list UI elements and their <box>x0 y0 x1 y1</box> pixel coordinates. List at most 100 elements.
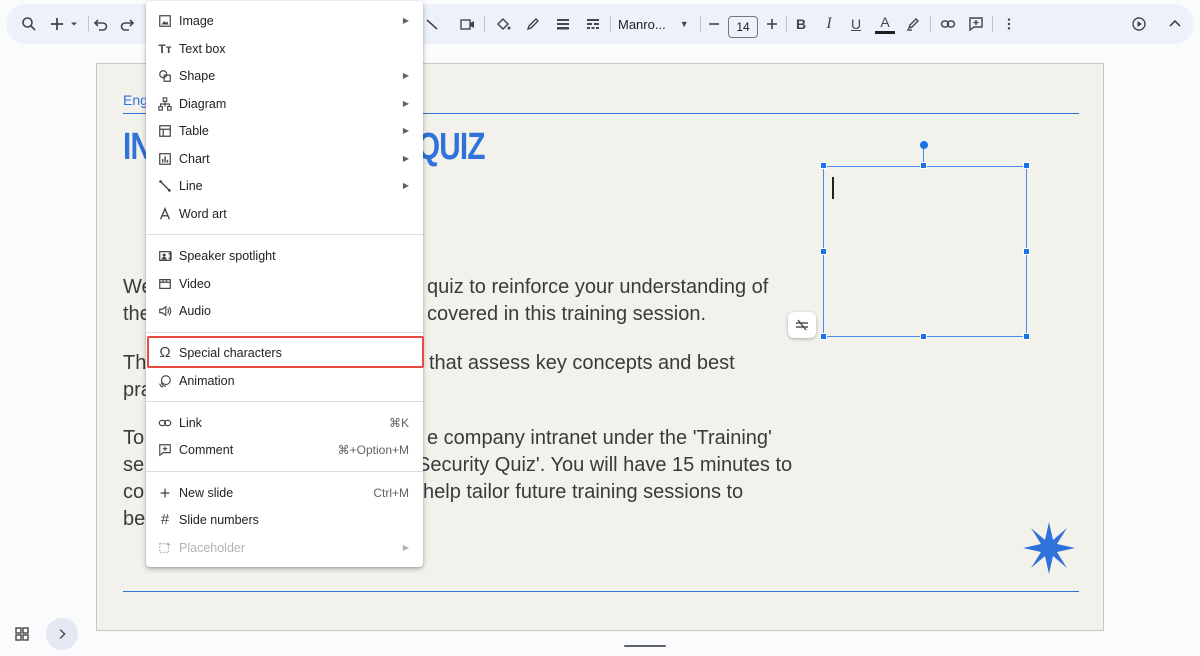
hash-icon: # <box>160 511 170 528</box>
resize-handle-nw[interactable] <box>820 162 827 169</box>
menu-item-text-box[interactable]: Tт Text box <box>146 35 423 62</box>
p1-line2-right: covered in this training session. <box>427 303 707 325</box>
border-dash-icon[interactable] <box>584 12 602 36</box>
menu-item-animation[interactable]: Animation <box>146 367 423 394</box>
font-name: Manro... <box>618 16 666 32</box>
chevron-right-icon <box>59 629 66 639</box>
menu-item-diagram[interactable]: Diagram ▶ <box>146 90 423 117</box>
resize-handle-w[interactable] <box>820 248 827 255</box>
p3-line2-right: Security Quiz'. You will have 15 minutes… <box>417 454 793 476</box>
comment-icon <box>157 442 173 458</box>
menu-separator <box>146 471 423 472</box>
comment-icon[interactable] <box>966 12 986 36</box>
more-icon[interactable] <box>1002 12 1016 36</box>
plus-icon <box>157 485 173 501</box>
line-icon <box>157 178 173 194</box>
border-color-icon[interactable] <box>524 12 542 36</box>
resize-handle-ne[interactable] <box>1023 162 1030 169</box>
decrease-size-icon[interactable] <box>706 12 722 36</box>
search-icon[interactable] <box>20 12 38 36</box>
selected-text-box[interactable] <box>823 166 1027 337</box>
image-icon <box>157 13 173 29</box>
submenu-arrow-icon: ▶ <box>402 126 409 135</box>
chart-icon <box>157 151 173 167</box>
table-icon <box>157 123 173 139</box>
menu-item-video[interactable]: Video <box>146 270 423 297</box>
toolbar-divider <box>484 16 485 32</box>
link-icon[interactable] <box>938 12 958 36</box>
submenu-arrow-icon: ▶ <box>402 99 409 108</box>
text-box-icon: Tт <box>158 41 172 56</box>
italic-icon[interactable]: I <box>820 12 838 36</box>
submenu-arrow-icon: ▶ <box>402 71 409 80</box>
menu-item-link[interactable]: Link ⌘K <box>146 409 423 436</box>
p3-line1-left: To <box>123 427 145 449</box>
toolbar-divider <box>610 16 611 32</box>
p3-line4-left: be <box>123 508 146 530</box>
menu-item-shape[interactable]: Shape ▶ <box>146 62 423 89</box>
line-icon[interactable] <box>424 12 440 36</box>
insert-video-icon[interactable] <box>458 12 476 36</box>
placeholder-icon <box>157 540 173 556</box>
resize-handle-se[interactable] <box>1023 333 1030 340</box>
filmstrip-toggle-button[interactable] <box>46 618 78 650</box>
slide-tag: Eng <box>123 92 148 108</box>
toolbar-divider <box>992 16 993 32</box>
diagram-icon <box>157 96 173 112</box>
menu-item-slide-numbers[interactable]: # Slide numbers <box>146 506 423 533</box>
menu-item-word-art[interactable]: Word art <box>146 200 423 227</box>
p2-line1-right: that assess key concepts and best <box>429 352 735 374</box>
menu-item-image[interactable]: Image ▶ <box>146 7 423 34</box>
menu-separator <box>146 401 423 402</box>
toolbar-divider <box>88 16 89 32</box>
toolbar-divider <box>786 16 787 32</box>
animation-icon <box>157 373 173 389</box>
text-fit-button[interactable] <box>788 312 816 338</box>
bottom-divider <box>123 591 1079 592</box>
fill-color-icon[interactable] <box>494 12 512 36</box>
collapse-icon[interactable] <box>1166 12 1184 36</box>
menu-item-chart[interactable]: Chart ▶ <box>146 145 423 172</box>
redo-icon[interactable] <box>118 12 136 36</box>
add-icon[interactable] <box>48 12 66 36</box>
menu-item-table[interactable]: Table ▶ <box>146 117 423 144</box>
menu-item-special-characters[interactable]: Ω Special characters <box>146 339 423 366</box>
resize-handle-s[interactable] <box>920 333 927 340</box>
p2-line1-left: Th <box>123 352 147 374</box>
grid-view-button[interactable] <box>6 618 38 650</box>
present-icon[interactable] <box>1130 12 1148 36</box>
dropdown-icon[interactable] <box>68 12 80 36</box>
link-icon <box>157 415 173 431</box>
p1-line1-right: quiz to reinforce your understanding of <box>427 276 769 298</box>
undo-icon[interactable] <box>92 12 110 36</box>
bold-icon[interactable]: B <box>792 12 810 36</box>
star-shape-icon[interactable] <box>1023 522 1075 574</box>
audio-icon <box>157 303 173 319</box>
menu-item-comment[interactable]: Comment ⌘+Option+M <box>146 436 423 463</box>
increase-size-icon[interactable] <box>764 12 780 36</box>
text-fit-icon <box>796 319 808 331</box>
menu-item-new-slide[interactable]: New slide Ctrl+M <box>146 479 423 506</box>
omega-icon: Ω <box>159 344 171 361</box>
highlight-icon[interactable] <box>904 12 922 36</box>
insert-menu: Image ▶ Tт Text box Shape ▶ Diagram ▶ Ta… <box>146 1 423 567</box>
shape-icon <box>157 68 173 84</box>
border-weight-icon[interactable] <box>554 12 572 36</box>
rotate-handle[interactable] <box>920 141 928 149</box>
resize-handle-n[interactable] <box>920 162 927 169</box>
font-selector[interactable]: Manro... ▼ <box>618 14 689 34</box>
text-color-icon[interactable]: A <box>875 12 895 34</box>
resize-handle-e[interactable] <box>1023 248 1030 255</box>
speaker-notes-handle[interactable] <box>624 645 666 647</box>
underline-icon[interactable]: U <box>847 12 865 36</box>
font-size-input[interactable]: 14 <box>728 16 758 38</box>
resize-handle-sw[interactable] <box>820 333 827 340</box>
p3-line3-right: help tailor future training sessions to <box>423 481 744 503</box>
font-dropdown-icon: ▼ <box>679 19 689 29</box>
menu-item-line[interactable]: Line ▶ <box>146 172 423 199</box>
menu-separator <box>146 332 423 333</box>
menu-item-speaker-spotlight[interactable]: Speaker spotlight <box>146 242 423 269</box>
video-icon <box>157 276 173 292</box>
slide-title-right: QUIZ <box>417 126 485 168</box>
menu-item-audio[interactable]: Audio <box>146 297 423 324</box>
